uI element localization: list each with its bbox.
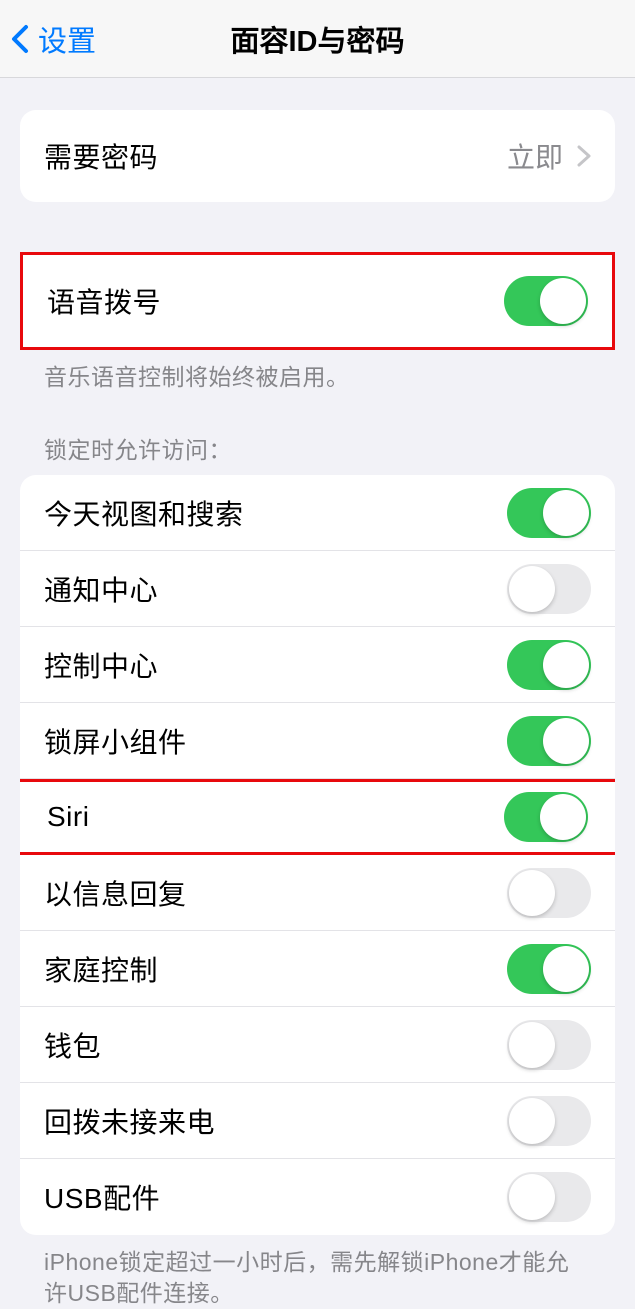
- toggle[interactable]: [507, 640, 591, 690]
- toggle-knob: [509, 566, 555, 612]
- card: 今天视图和搜索通知中心控制中心锁屏小组件 Siri 以信息回复家庭控制钱包回拨未接来…: [20, 475, 615, 1235]
- back-button[interactable]: 设置: [0, 18, 96, 60]
- toggle[interactable]: [507, 1020, 591, 1070]
- toggle-knob: [509, 870, 555, 916]
- toggle[interactable]: [507, 488, 591, 538]
- row-label: 回拨未接来电: [44, 1101, 215, 1141]
- toggle[interactable]: [504, 792, 588, 842]
- nav-bar: 设置 面容ID与密码: [0, 0, 635, 78]
- row-label: 需要密码: [44, 136, 158, 176]
- toggle-knob: [509, 1174, 555, 1220]
- back-label: 设置: [38, 18, 96, 60]
- toggle-knob: [543, 642, 589, 688]
- content: 需要密码 立即 语音拨号 音乐语音控制将始终被启用。 锁定时允许访问：: [0, 110, 635, 1309]
- lock-access-row[interactable]: 以信息回复: [20, 855, 615, 931]
- lock-access-footer: iPhone锁定超过一小时后，需先解锁iPhone才能允许USB配件连接。: [20, 1235, 615, 1309]
- lock-access-row[interactable]: Siri: [20, 779, 615, 855]
- row-label: 锁屏小组件: [44, 721, 187, 761]
- toggle-knob: [540, 278, 586, 324]
- toggle-knob: [543, 718, 589, 764]
- lock-access-row[interactable]: 家庭控制: [20, 931, 615, 1007]
- row-label: 钱包: [44, 1025, 101, 1065]
- toggle[interactable]: [507, 716, 591, 766]
- row-label: Siri: [47, 801, 89, 833]
- voice-dial-toggle[interactable]: [504, 276, 588, 326]
- row-label: 以信息回复: [44, 873, 187, 913]
- lock-access-row[interactable]: 控制中心: [20, 627, 615, 703]
- card-highlighted: 语音拨号: [20, 252, 615, 350]
- row-label: 语音拨号: [47, 281, 161, 321]
- toggle-knob: [509, 1098, 555, 1144]
- toggle[interactable]: [507, 564, 591, 614]
- toggle-knob: [540, 794, 586, 840]
- row-label: 通知中心: [44, 569, 158, 609]
- require-passcode-row[interactable]: 需要密码 立即: [20, 110, 615, 202]
- lock-access-row[interactable]: 回拨未接来电: [20, 1083, 615, 1159]
- row-label: USB配件: [44, 1177, 160, 1217]
- lock-access-row[interactable]: 今天视图和搜索: [20, 475, 615, 551]
- chevron-right-icon: [577, 145, 591, 167]
- group-lock-access: 锁定时允许访问： 今天视图和搜索通知中心控制中心锁屏小组件 Siri 以信息回复家庭…: [20, 431, 615, 1309]
- toggle[interactable]: [507, 1096, 591, 1146]
- group-require-passcode: 需要密码 立即: [20, 110, 615, 202]
- chevron-left-icon: [10, 24, 30, 54]
- card: 需要密码 立即: [20, 110, 615, 202]
- lock-access-row[interactable]: 锁屏小组件: [20, 703, 615, 779]
- row-label: 控制中心: [44, 645, 158, 685]
- group-voice-dial: 语音拨号 音乐语音控制将始终被启用。: [20, 252, 615, 393]
- voice-dial-footer: 音乐语音控制将始终被启用。: [20, 350, 615, 393]
- toggle-knob: [543, 946, 589, 992]
- toggle[interactable]: [507, 868, 591, 918]
- toggle[interactable]: [507, 1172, 591, 1222]
- lock-access-header: 锁定时允许访问：: [20, 431, 615, 475]
- row-value: 立即: [507, 136, 591, 176]
- row-label: 家庭控制: [44, 949, 158, 989]
- lock-access-row[interactable]: USB配件: [20, 1159, 615, 1235]
- lock-access-row[interactable]: 通知中心: [20, 551, 615, 627]
- voice-dial-row[interactable]: 语音拨号: [23, 255, 612, 347]
- row-label: 今天视图和搜索: [44, 493, 244, 533]
- toggle-knob: [509, 1022, 555, 1068]
- toggle-knob: [543, 490, 589, 536]
- lock-access-row[interactable]: 钱包: [20, 1007, 615, 1083]
- toggle[interactable]: [507, 944, 591, 994]
- row-value-text: 立即: [507, 136, 563, 176]
